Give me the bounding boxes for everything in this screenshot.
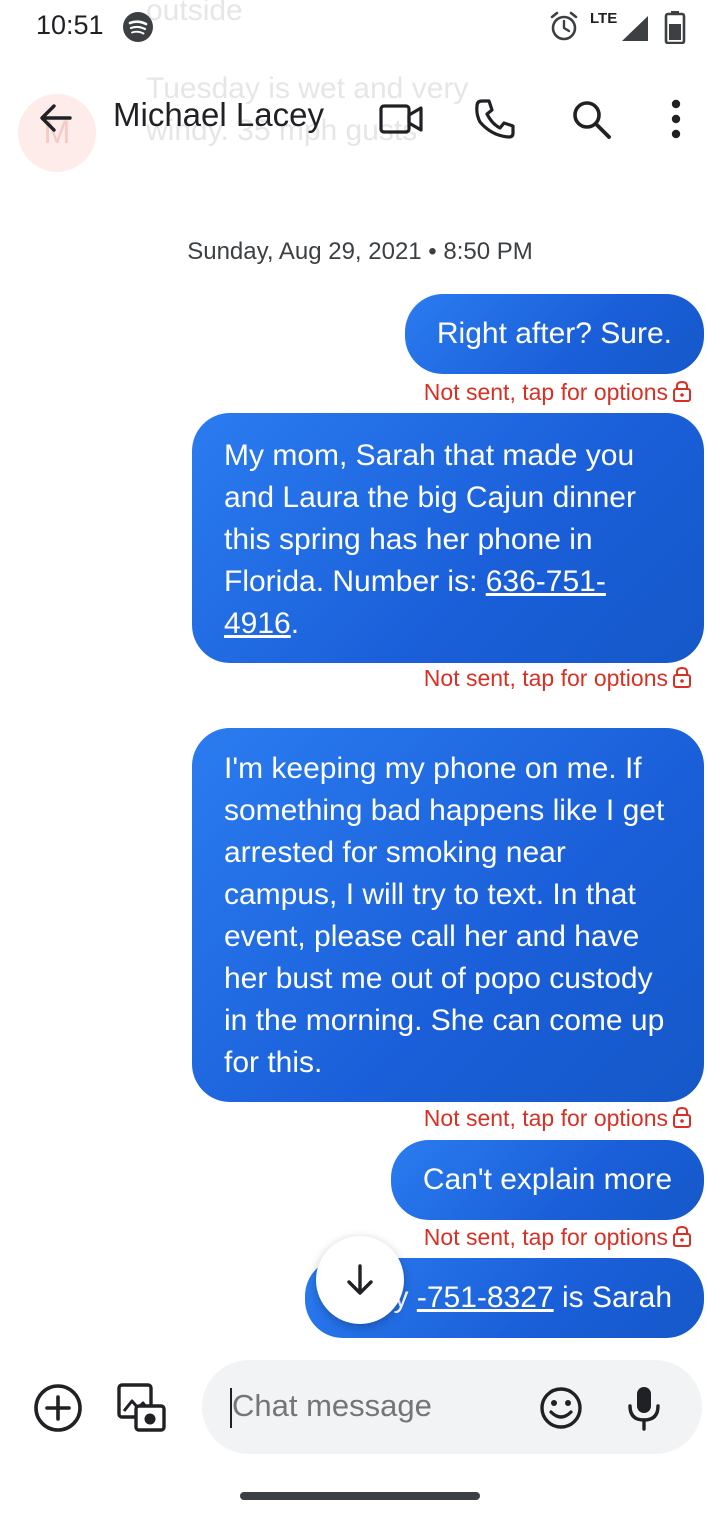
message-text: I'm keeping my phone on me. If something… [224,752,665,1079]
battery-icon [664,11,686,44]
lock-icon [673,380,691,402]
gallery-camera-icon[interactable] [116,1382,168,1434]
message-bubble[interactable]: My mom, Sarah that made you and Laura th… [192,413,704,663]
message-text: Right after? Sure. [436,317,672,350]
contact-name[interactable]: Michael Lacey [113,96,324,134]
chat-message-input[interactable] [232,1388,532,1424]
message-text-end: is Sarah [553,1281,672,1314]
lock-icon [673,1106,691,1128]
message-bubble[interactable]: Can't explain more [390,1140,704,1220]
message-text-end: . [290,607,300,640]
emoji-icon[interactable] [538,1385,584,1431]
status-time: 10:51 [36,10,104,40]
message-bubble[interactable]: I'm keeping my phone on me. If something… [192,728,704,1102]
microphone-icon[interactable] [624,1384,664,1432]
compose-field[interactable] [202,1360,702,1454]
back-arrow-icon[interactable] [34,96,78,140]
status-bar: 10:51 LTE [0,0,720,56]
message-status[interactable]: Not sent, tap for options [424,665,668,692]
conversation-date: Sunday, Aug 29, 2021 • 8:50 PM [187,238,533,265]
add-attachment-icon[interactable] [32,1382,84,1434]
lock-icon [673,666,691,688]
arrow-down-icon [347,1264,373,1295]
spotify-icon [123,12,153,42]
message-bubble[interactable]: Right after? Sure. [404,294,704,374]
message-text: Can't explain more [422,1163,672,1196]
phone-call-icon[interactable] [472,96,518,142]
scroll-to-bottom-button[interactable] [316,1236,404,1324]
message-status[interactable]: Not sent, tap for options [424,1105,668,1132]
app-bar: Michael Lacey [0,70,720,170]
phone-number-link[interactable]: -751-8327 [417,1281,554,1314]
search-icon[interactable] [568,96,614,142]
message-status[interactable]: Not sent, tap for options [424,379,668,406]
signal-icon [622,16,648,41]
network-type: LTE [590,10,618,27]
lock-icon [673,1225,691,1247]
message-status[interactable]: Not sent, tap for options [424,1224,668,1251]
video-call-icon[interactable] [378,100,424,138]
compose-bar [0,1356,720,1456]
more-options-icon[interactable] [660,96,692,142]
gesture-navigation-bar[interactable] [240,1492,480,1500]
alarm-icon [550,11,578,41]
